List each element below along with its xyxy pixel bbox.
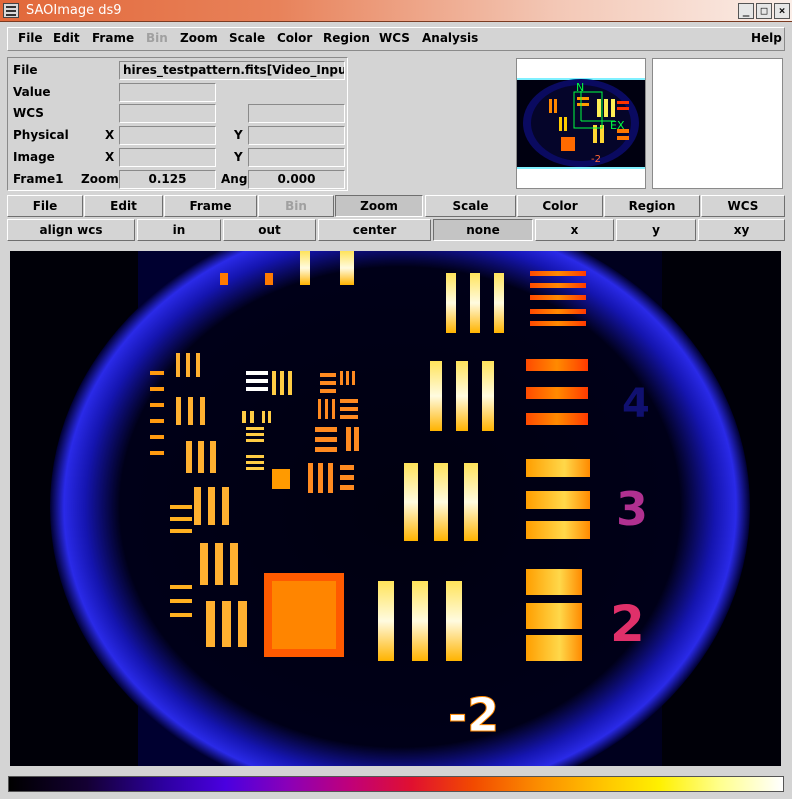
button-zoom-center[interactable]: center [318, 219, 431, 241]
physical-y-label: Y [234, 128, 243, 142]
compass-east: E [610, 119, 617, 132]
image-x-field [119, 148, 216, 167]
button-color[interactable]: Color [517, 195, 603, 217]
svg-text:-2: -2 [591, 154, 601, 165]
menu-frame[interactable]: Frame [92, 31, 134, 45]
maximize-icon[interactable]: □ [756, 3, 772, 19]
physical-y-field [248, 126, 345, 145]
menu-scale[interactable]: Scale [229, 31, 265, 45]
button-zoom-out[interactable]: out [223, 219, 316, 241]
zoom-label: Zoom [81, 172, 119, 186]
wcs-label: WCS [13, 106, 44, 120]
menu-edit[interactable]: Edit [53, 31, 80, 45]
ang-label: Ang [221, 172, 248, 186]
button-edit[interactable]: Edit [84, 195, 163, 217]
image-y-field [248, 148, 345, 167]
window-menu-icon[interactable] [3, 3, 19, 18]
zoom-field: 0.125 [119, 170, 216, 189]
button-file[interactable]: File [7, 195, 83, 217]
image-x-label: X [105, 150, 115, 164]
menu-color[interactable]: Color [277, 31, 312, 45]
image-display[interactable]: 4 3 2 -2 [10, 251, 781, 766]
button-orient-y[interactable]: y [616, 219, 696, 241]
magnifier [652, 58, 783, 189]
menu-wcs[interactable]: WCS [379, 31, 410, 45]
panner[interactable]: -2 N E X [516, 58, 646, 189]
menu-region[interactable]: Region [323, 31, 370, 45]
compass-north: N [576, 81, 584, 94]
digit-minus-2: -2 [448, 688, 499, 742]
buttonbar-zoom: align wcs in out center none x y xy [7, 219, 785, 241]
image-canvas: 4 3 2 -2 [10, 251, 781, 766]
value-label: Value [13, 85, 51, 99]
button-scale[interactable]: Scale [425, 195, 516, 217]
image-y-label: Y [234, 150, 243, 164]
button-frame[interactable]: Frame [164, 195, 257, 217]
menu-zoom[interactable]: Zoom [180, 31, 218, 45]
button-orient-x[interactable]: x [535, 219, 614, 241]
window-titlebar[interactable]: SAOImage ds9 _ □ × [0, 0, 792, 22]
digit-3: 3 [616, 482, 648, 536]
panner-thumbnail: -2 N E X [517, 78, 645, 169]
physical-label: Physical [13, 128, 69, 142]
close-icon[interactable]: × [774, 3, 790, 19]
button-align-wcs[interactable]: align wcs [7, 219, 135, 241]
physical-x-field [119, 126, 216, 145]
menu-file[interactable]: File [18, 31, 43, 45]
digit-2: 2 [610, 595, 645, 653]
info-panel: File hires_testpattern.fits[Video_Input_… [7, 57, 348, 191]
menu-analysis[interactable]: Analysis [422, 31, 478, 45]
button-wcs[interactable]: WCS [701, 195, 785, 217]
button-bin[interactable]: Bin [258, 195, 334, 217]
window-title: SAOImage ds9 [26, 3, 122, 18]
file-label: File [13, 63, 38, 77]
ang-field: 0.000 [248, 170, 345, 189]
file-field: hires_testpattern.fits[Video_Input_3] [119, 61, 345, 80]
button-orient-none[interactable]: none [433, 219, 533, 241]
colorbar[interactable] [8, 776, 784, 792]
value-field [119, 83, 216, 102]
menubar: File Edit Frame Bin Zoom Scale Color Reg… [7, 27, 785, 51]
button-region[interactable]: Region [604, 195, 700, 217]
image-label: Image [13, 150, 55, 164]
button-zoom-in[interactable]: in [137, 219, 221, 241]
physical-x-label: X [105, 128, 115, 142]
wcs-x-field [119, 104, 216, 123]
minimize-icon[interactable]: _ [738, 3, 754, 19]
wcs-y-field [248, 104, 345, 123]
button-orient-xy[interactable]: xy [698, 219, 785, 241]
digit-4: 4 [622, 381, 650, 427]
buttonbar-main: File Edit Frame Bin Zoom Scale Color Reg… [7, 195, 785, 217]
menu-bin[interactable]: Bin [146, 31, 168, 45]
frame-label: Frame1 [13, 172, 64, 186]
compass-x: X [617, 119, 625, 132]
button-zoom[interactable]: Zoom [335, 195, 423, 217]
menu-help[interactable]: Help [751, 31, 782, 45]
